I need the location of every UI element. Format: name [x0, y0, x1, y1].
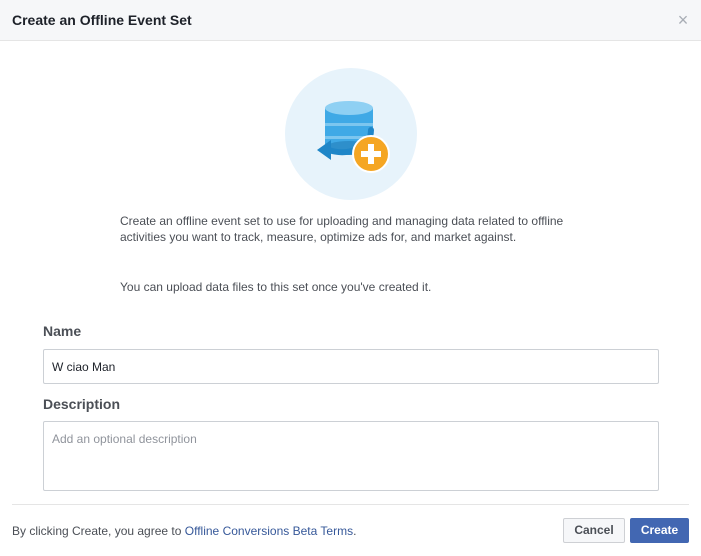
cancel-button[interactable]: Cancel — [563, 518, 625, 543]
description-label: Description — [43, 396, 121, 412]
close-icon[interactable]: × — [675, 11, 691, 29]
database-plus-icon — [285, 68, 417, 200]
terms-suffix: . — [353, 524, 357, 538]
create-offline-event-set-dialog: Create an Offline Event Set × Create an … — [0, 0, 701, 556]
database-plus-illustration — [317, 101, 390, 173]
description-input[interactable] — [43, 421, 659, 491]
database-band-1 — [325, 123, 373, 126]
name-label: Name — [43, 323, 82, 339]
intro-paragraph: Create an offline event set to use for u… — [120, 214, 564, 244]
terms-prefix: By clicking Create, you agree to — [12, 524, 185, 538]
create-button[interactable]: Create — [630, 518, 689, 543]
upload-note-paragraph: You can upload data files to this set on… — [120, 280, 432, 294]
dialog-header: Create an Offline Event Set × — [0, 0, 701, 41]
terms-text: By clicking Create, you agree to Offline… — [12, 523, 356, 539]
dialog-title: Create an Offline Event Set — [12, 12, 192, 28]
name-input[interactable] — [43, 349, 659, 384]
arrow-head — [317, 140, 331, 160]
terms-link[interactable]: Offline Conversions Beta Terms — [185, 524, 353, 538]
footer-divider — [12, 504, 689, 505]
plus-horizontal — [361, 151, 381, 157]
database-top — [325, 101, 373, 115]
